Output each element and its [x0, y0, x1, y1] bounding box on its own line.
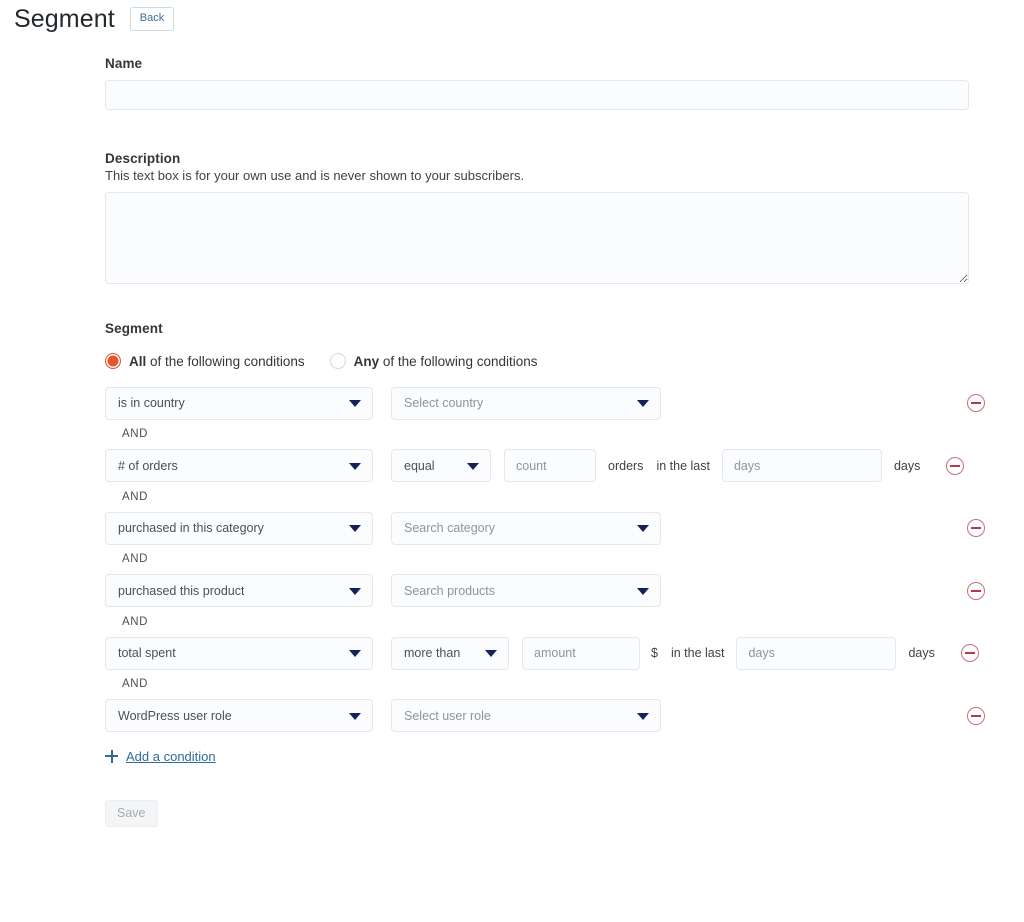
- remove-circle-icon[interactable]: [967, 394, 985, 412]
- and-connector: AND: [122, 490, 149, 503]
- condition-subject-value: purchased in this category: [118, 521, 264, 535]
- radio-label-any-rest: of the following conditions: [379, 353, 538, 369]
- name-field-group: Name: [105, 56, 969, 110]
- radio-label-all-strong: All: [129, 353, 147, 369]
- chevron-down-icon: [349, 712, 361, 720]
- plus-icon: [105, 749, 118, 763]
- remove-circle-icon[interactable]: [967, 519, 985, 537]
- back-button[interactable]: Back: [129, 7, 175, 31]
- description-help-text: This text box is for your own use and is…: [105, 168, 525, 183]
- name-input[interactable]: [105, 80, 969, 110]
- condition-row: purchased in this category Search catego…: [105, 511, 985, 545]
- and-connector: AND: [122, 615, 149, 628]
- remove-condition-slot: [953, 519, 985, 537]
- condition-operator-value: more than: [404, 646, 461, 660]
- condition-days-label: days: [908, 646, 935, 660]
- chevron-down-icon: [349, 650, 361, 657]
- condition-subject-select[interactable]: # of orders: [105, 449, 373, 482]
- segment-label: Segment: [105, 321, 163, 336]
- conditions-list: is in country Select country AND # of or…: [105, 386, 985, 733]
- condition-subject-select[interactable]: is in country: [105, 386, 373, 420]
- condition-value-select[interactable]: Select user role: [391, 699, 661, 732]
- radio-option-all[interactable]: All of the following conditions: [105, 353, 305, 369]
- condition-count-input[interactable]: [504, 449, 596, 482]
- condition-operator-select[interactable]: equal: [391, 449, 491, 482]
- remove-condition-slot: [953, 706, 985, 725]
- condition-subject-value: # of orders: [118, 458, 178, 473]
- condition-days-label: days: [893, 458, 921, 473]
- condition-operator-select[interactable]: more than: [391, 636, 509, 670]
- chevron-down-icon: [349, 400, 361, 407]
- remove-condition-slot: [953, 581, 985, 600]
- remove-circle-icon[interactable]: [946, 456, 965, 475]
- radio-label-all-rest: of the following conditions: [146, 353, 305, 369]
- condition-operator-value: equal: [404, 458, 435, 473]
- remove-condition-slot: [947, 644, 979, 662]
- description-label: Description: [105, 151, 181, 166]
- condition-value-placeholder: Select country: [404, 396, 484, 410]
- condition-subject-value: WordPress user role: [118, 708, 232, 723]
- condition-subject-select[interactable]: purchased this product: [105, 574, 373, 607]
- match-type-radio-group: All of the following conditions Any of t…: [105, 350, 985, 372]
- condition-days-input[interactable]: [721, 449, 882, 482]
- condition-days-input[interactable]: [736, 636, 897, 670]
- chevron-down-icon: [349, 462, 361, 470]
- save-button-wrapper: Save: [105, 799, 985, 827]
- add-condition-label: Add a condition: [126, 748, 216, 764]
- condition-row: WordPress user role Select user role: [105, 699, 985, 733]
- radio-label-any: Any of the following conditions: [354, 354, 538, 369]
- remove-condition-slot: [932, 456, 965, 475]
- save-button[interactable]: Save: [105, 799, 158, 827]
- chevron-down-icon: [467, 462, 479, 470]
- chevron-down-icon: [349, 525, 361, 532]
- condition-value-select[interactable]: Select country: [391, 386, 661, 420]
- condition-amount-input[interactable]: [522, 636, 640, 670]
- and-connector: AND: [122, 428, 149, 440]
- radio-dot-all-icon: [105, 353, 121, 369]
- condition-value-select[interactable]: Search products: [391, 574, 661, 607]
- condition-value-select[interactable]: Search category: [391, 511, 661, 545]
- condition-in-the-last-label: in the last: [656, 458, 710, 473]
- condition-subject-value: purchased this product: [118, 583, 245, 598]
- condition-currency-label: $: [651, 646, 658, 660]
- chevron-down-icon: [637, 400, 649, 407]
- page-title: Segment: [14, 4, 115, 33]
- and-connector: AND: [122, 553, 149, 565]
- condition-row: is in country Select country: [105, 386, 985, 420]
- chevron-down-icon: [485, 650, 497, 657]
- chevron-down-icon: [349, 587, 361, 595]
- condition-in-the-last-label: in the last: [670, 646, 725, 660]
- condition-subject-value: is in country: [118, 396, 185, 410]
- condition-row: total spent more than $ in the last days: [105, 636, 985, 670]
- condition-subject-select[interactable]: purchased in this category: [105, 511, 373, 545]
- description-textarea[interactable]: [105, 192, 969, 284]
- and-connector: AND: [122, 678, 149, 690]
- radio-option-any[interactable]: Any of the following conditions: [329, 353, 538, 369]
- condition-subject-select[interactable]: WordPress user role: [105, 699, 373, 732]
- chevron-down-icon: [637, 587, 649, 595]
- remove-circle-icon[interactable]: [967, 706, 985, 725]
- radio-label-any-strong: Any: [353, 353, 380, 369]
- name-label: Name: [105, 56, 143, 71]
- condition-unit-label: orders: [608, 458, 644, 473]
- radio-dot-any-icon: [329, 353, 346, 369]
- condition-subject-select[interactable]: total spent: [105, 636, 373, 670]
- segment-section: Segment All of the following conditions …: [105, 321, 985, 827]
- remove-circle-icon[interactable]: [960, 644, 979, 662]
- chevron-down-icon: [637, 712, 649, 720]
- condition-row: purchased this product Search products: [105, 574, 985, 608]
- remove-condition-slot: [953, 394, 985, 412]
- page-header: Segment Back: [0, 0, 1024, 38]
- condition-value-placeholder: Select user role: [404, 708, 491, 723]
- radio-label-all: All of the following conditions: [129, 354, 305, 369]
- condition-value-placeholder: Search products: [404, 583, 496, 598]
- condition-subject-value: total spent: [118, 646, 176, 660]
- add-condition-button[interactable]: Add a condition: [105, 749, 216, 764]
- condition-row: # of orders equal orders in the last day…: [105, 449, 985, 483]
- description-field-group: Description This text box is for your ow…: [105, 151, 969, 284]
- chevron-down-icon: [637, 525, 649, 532]
- condition-value-placeholder: Search category: [404, 521, 496, 535]
- remove-circle-icon[interactable]: [967, 581, 985, 600]
